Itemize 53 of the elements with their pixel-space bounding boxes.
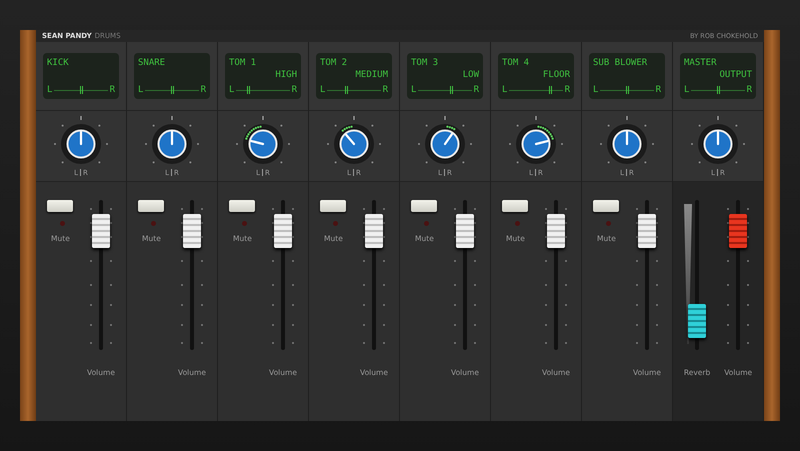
channel-name: TOM 4: [502, 57, 530, 69]
right-label: R: [382, 84, 388, 96]
fader-slider[interactable]: [634, 200, 660, 350]
mute-button[interactable]: [411, 200, 438, 212]
fader-slider[interactable]: [88, 200, 114, 350]
channel-name: SNARE: [138, 57, 166, 69]
channel-name: TOM 3: [411, 57, 440, 69]
fader-thumb[interactable]: [729, 214, 748, 248]
channel-detail: OUTPUT: [719, 69, 752, 81]
fader-thumb[interactable]: [365, 214, 383, 248]
channel-detail: LOW: [462, 69, 479, 81]
fader-thumb[interactable]: [638, 214, 656, 248]
mute-button[interactable]: [593, 200, 620, 212]
left-label: L: [229, 84, 234, 96]
left-label: L: [502, 84, 508, 96]
mute-button[interactable]: [47, 200, 74, 212]
channel-detail: FLOOR: [542, 69, 570, 81]
left-label: L: [411, 84, 416, 96]
channel-name: TOM 2: [320, 57, 348, 69]
left-label: L: [684, 84, 690, 96]
channel-name: TOM 1: [229, 57, 258, 69]
fader-thumb[interactable]: [274, 214, 292, 248]
fader-thumb[interactable]: [92, 214, 110, 248]
right-label: R: [564, 84, 570, 96]
channel-name: MASTER: [684, 57, 718, 69]
fader-slider[interactable]: [270, 200, 296, 350]
channel-name: KICK: [47, 57, 70, 69]
fader-thumb[interactable]: [547, 214, 565, 248]
left-label: L: [320, 84, 326, 96]
mute-button[interactable]: [229, 200, 256, 212]
fader-slider[interactable]: [179, 200, 205, 350]
fader-thumb[interactable]: [183, 214, 201, 248]
fader-slider[interactable]: [361, 200, 387, 350]
fader-slider[interactable]: [725, 200, 752, 350]
channel-name: SUB BLOWER: [593, 57, 648, 69]
fader-thumb[interactable]: [688, 304, 706, 338]
mute-button[interactable]: [320, 200, 346, 212]
channel-detail: HIGH: [275, 69, 297, 81]
left-label: L: [593, 84, 598, 96]
mute-button[interactable]: [138, 200, 164, 212]
left-label: L: [47, 84, 52, 96]
left-label: L: [138, 84, 144, 96]
right-label: R: [200, 84, 206, 96]
mute-button[interactable]: [502, 200, 528, 212]
channel-detail: MEDIUM: [355, 69, 388, 81]
fader-slider[interactable]: [543, 200, 569, 350]
right-label: R: [292, 84, 297, 96]
right-label: R: [656, 84, 661, 96]
right-label: R: [474, 84, 479, 96]
fader-slider[interactable]: [452, 200, 478, 350]
right-label: R: [746, 84, 752, 96]
right-label: R: [110, 84, 115, 96]
fader-thumb[interactable]: [456, 214, 474, 248]
